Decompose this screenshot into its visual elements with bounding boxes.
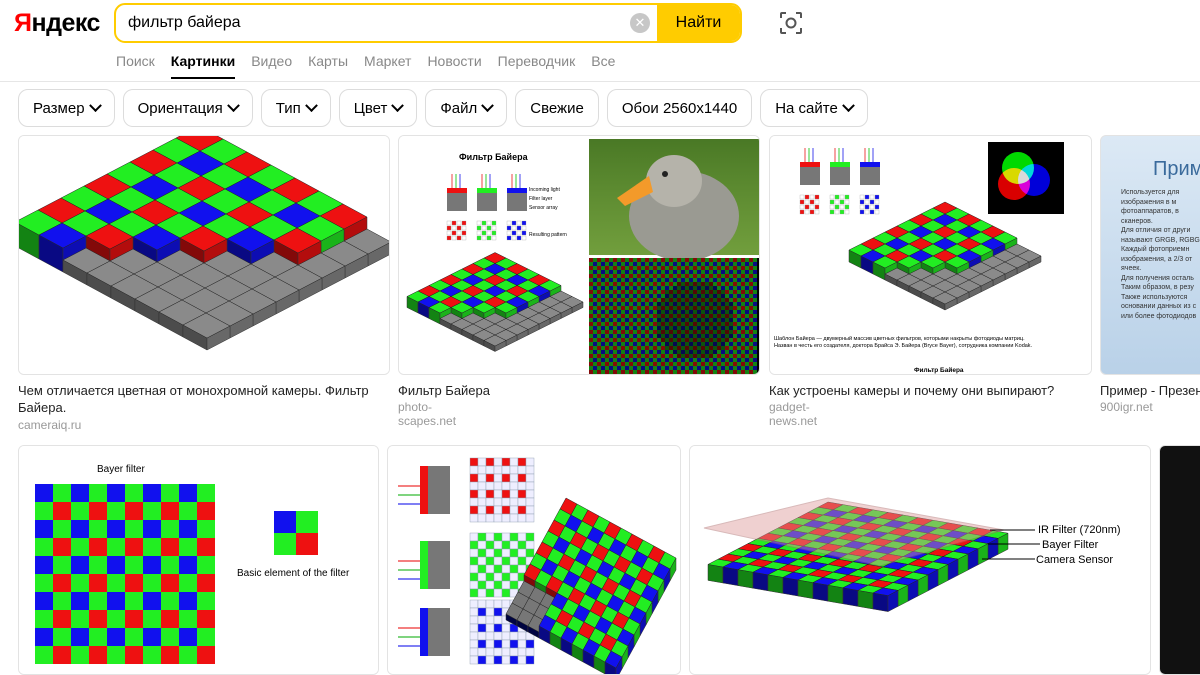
result-source[interactable]: 900igr.net xyxy=(1100,400,1153,414)
image-title: Фильтр Байера xyxy=(459,152,529,162)
chevron-down-icon xyxy=(391,98,405,112)
svg-text:Incoming light: Incoming light xyxy=(529,187,560,193)
filter-orientation[interactable]: Ориентация xyxy=(122,89,253,127)
tab-video[interactable]: Видео xyxy=(251,53,292,79)
result-image[interactable]: Шаблон Байера — двумерный массив цветных… xyxy=(769,135,1092,375)
tab-news[interactable]: Новости xyxy=(427,53,481,79)
bayer-diagram-image: Шаблон Байера — двумерный массив цветных… xyxy=(770,136,1091,374)
chevron-down-icon xyxy=(304,98,318,112)
result-source[interactable]: photo-scapes.net xyxy=(398,400,456,428)
tab-translator[interactable]: Переводчик xyxy=(498,53,576,79)
bayer-diagram-image: Фильтр Байера Incoming light Filter laye… xyxy=(399,136,759,374)
tab-all[interactable]: Все xyxy=(591,53,615,79)
filter-file[interactable]: Файл xyxy=(425,89,508,127)
result-image[interactable] xyxy=(387,445,681,675)
result-caption[interactable]: Фильтр Байера xyxy=(398,382,760,399)
filter-bar: Размер Ориентация Тип Цвет Файл Свежие О… xyxy=(18,89,868,127)
search-input[interactable] xyxy=(128,5,628,41)
svg-text:Filter layer: Filter layer xyxy=(529,196,553,202)
tab-search[interactable]: Поиск xyxy=(116,53,155,79)
header: Яндекс ✕ Найти Поиск Картинки Видео Карт… xyxy=(0,0,1200,82)
svg-text:Camera Sensor: Camera Sensor xyxy=(1036,554,1113,566)
filter-size[interactable]: Размер xyxy=(18,89,115,127)
filter-color[interactable]: Цвет xyxy=(338,89,418,127)
filter-on-site[interactable]: На сайте xyxy=(760,89,868,127)
find-button[interactable]: Найти xyxy=(657,5,740,41)
chevron-down-icon xyxy=(226,98,240,112)
svg-text:Basic element of the filter: Basic element of the filter xyxy=(237,568,350,579)
result-image[interactable]: Прим Используется для изображения в м фото… xyxy=(1100,135,1200,375)
slide-text: Используется для изображения в м фотоаппар… xyxy=(1121,189,1200,320)
result-image[interactable]: Bayer filter Basic element of the filter xyxy=(18,445,379,675)
result-image[interactable] xyxy=(1159,445,1200,675)
clear-icon[interactable]: ✕ xyxy=(630,13,650,33)
result-caption[interactable]: Как устроены камеры и почему они выпираю… xyxy=(769,382,1092,399)
svg-text:Bayer Filter: Bayer Filter xyxy=(1042,539,1099,551)
filter-fresh[interactable]: Свежие xyxy=(515,89,599,127)
chevron-down-icon xyxy=(481,98,495,112)
result-image[interactable] xyxy=(18,135,390,375)
chevron-down-icon xyxy=(841,98,855,112)
result-source[interactable]: gadget-news.net xyxy=(769,400,817,428)
yandex-logo[interactable]: Яндекс xyxy=(14,9,100,38)
camera-search-icon[interactable] xyxy=(778,10,804,36)
result-image[interactable]: Фильтр Байера Incoming light Filter laye… xyxy=(398,135,760,375)
result-source[interactable]: cameraiq.ru xyxy=(18,418,81,432)
result-caption[interactable]: Пример - Презен xyxy=(1100,382,1200,399)
filter-type[interactable]: Тип xyxy=(260,89,331,127)
chevron-down-icon xyxy=(88,98,102,112)
bayer-flat-image: Bayer filter Basic element of the filter xyxy=(19,446,378,674)
bayer-isometric-image xyxy=(19,136,389,374)
svg-text:Фильтр Байера: Фильтр Байера xyxy=(914,366,964,374)
svg-text:Bayer filter: Bayer filter xyxy=(97,464,145,475)
tab-market[interactable]: Маркет xyxy=(364,53,411,79)
filter-wallpaper[interactable]: Обои 2560x1440 xyxy=(606,89,753,127)
bayer-channels-image xyxy=(388,446,680,674)
search-box: ✕ Найти xyxy=(114,3,742,43)
tab-maps[interactable]: Карты xyxy=(308,53,348,79)
svg-text:Resulting pattern: Resulting pattern xyxy=(529,232,567,238)
bayer-layers-image: IR Filter (720nm) Bayer Filter Camera Se… xyxy=(690,446,1150,674)
result-image[interactable]: IR Filter (720nm) Bayer Filter Camera Se… xyxy=(689,445,1151,675)
search-tabs: Поиск Картинки Видео Карты Маркет Новост… xyxy=(116,53,615,79)
result-caption[interactable]: Чем отличается цветная от монохромной ка… xyxy=(18,382,390,416)
svg-text:IR Filter (720nm): IR Filter (720nm) xyxy=(1038,524,1121,536)
svg-text:Sensor array: Sensor array xyxy=(529,205,558,211)
tab-images[interactable]: Картинки xyxy=(170,53,236,79)
